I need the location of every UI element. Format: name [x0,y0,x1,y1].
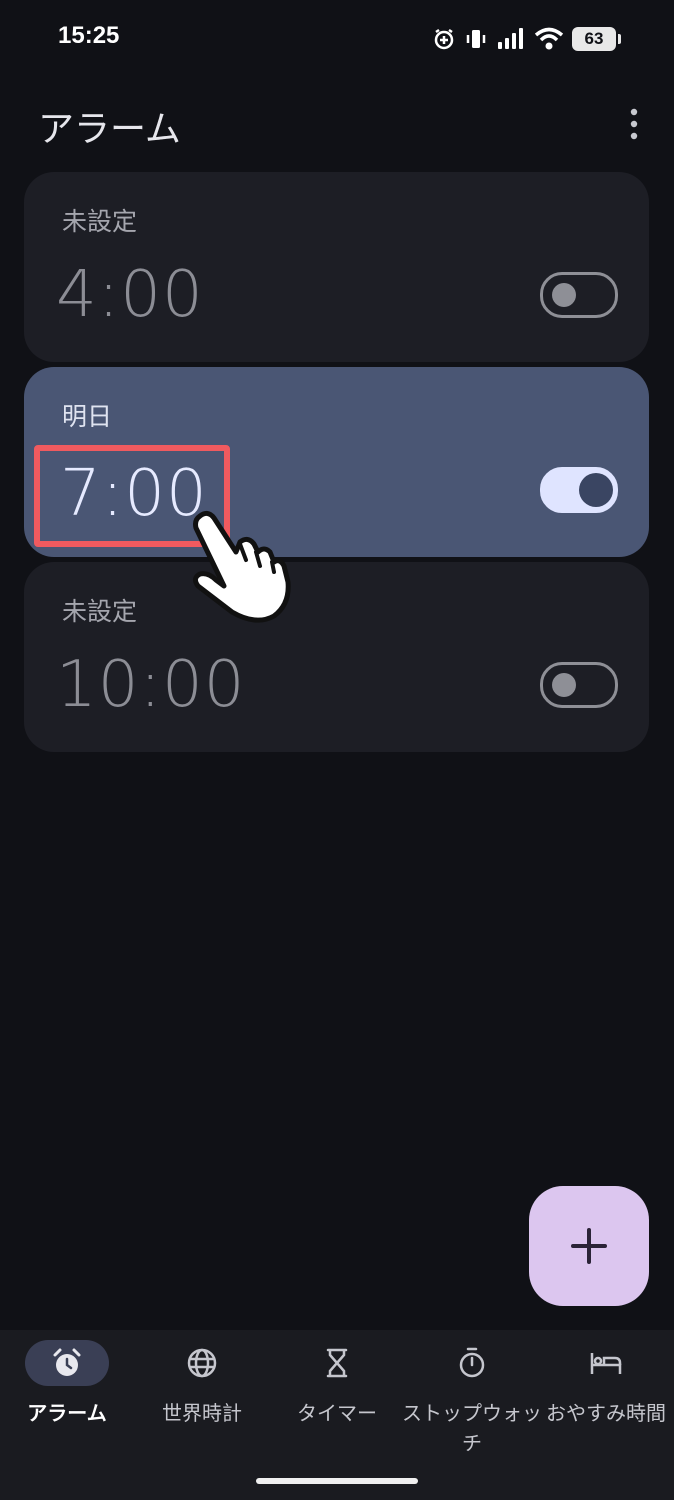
alarm-card[interactable]: 未設定 4:00 [24,172,649,362]
clock-app-screen: 15:25 63 アラーム 未設定 4:00 明日 7:00 未設定 10:00… [0,0,674,1500]
nav-item-world-clock[interactable]: 世界時計 [132,1340,272,1428]
globe-icon [187,1348,217,1378]
battery-level: 63 [584,29,604,48]
alarm-toggle[interactable] [540,272,618,318]
nav-icon-container [295,1340,379,1386]
nav-icon-container [160,1340,244,1386]
status-time: 15:25 [58,22,120,49]
bed-icon [590,1353,622,1374]
alarm-time[interactable]: 4:00 [56,258,204,332]
alarm-toggle[interactable] [540,467,618,513]
alarm-card[interactable]: 未設定 10:00 [24,562,649,752]
status-bar: 15:25 63 [0,0,674,76]
wifi-icon [534,27,564,50]
page-title: アラーム [38,109,181,150]
alarm-status-icon [434,28,454,50]
alarm-label: 未設定 [62,207,138,236]
alarm-time[interactable]: 10:00 [56,648,245,722]
nav-icon-container [430,1340,514,1386]
nav-label: 世界時計 [162,1401,242,1425]
plus-icon [571,1228,607,1264]
alarm-label: 明日 [62,402,113,431]
nav-label: アラーム [27,1401,107,1425]
pointing-hand-icon [192,510,291,623]
nav-label: ストップウォッチ [402,1401,542,1455]
toggle-knob [552,283,576,307]
nav-item-timer[interactable]: タイマー [267,1340,407,1428]
add-alarm-button[interactable] [529,1186,649,1306]
nav-icon-container [564,1340,648,1386]
nav-icon-container [25,1340,109,1386]
nav-item-alarm[interactable]: アラーム [0,1340,137,1428]
nav-item-bedtime[interactable]: おやすみ時間 [536,1340,674,1428]
vibrate-icon [466,30,486,48]
hourglass-icon [326,1348,348,1378]
alarm-label: 未設定 [62,597,138,626]
status-icons: 63 [432,24,621,54]
alarm-clock-icon [53,1348,81,1376]
more-vert-icon[interactable] [620,106,648,142]
nav-label: タイマー [297,1401,377,1425]
alarm-toggle[interactable] [540,662,618,708]
home-indicator[interactable] [256,1478,418,1484]
bottom-navigation: アラーム 世界時計 タイマー ストップウォッチ おやすみ時間 [0,1330,674,1500]
alarm-card-active[interactable]: 明日 7:00 [24,367,649,557]
battery-icon: 63 [572,27,621,51]
stopwatch-icon [459,1347,485,1378]
signal-icon [498,28,523,49]
nav-item-stopwatch[interactable]: ストップウォッチ [402,1340,542,1458]
toggle-knob [579,473,613,507]
nav-label: おやすみ時間 [546,1401,666,1425]
toggle-knob [552,673,576,697]
